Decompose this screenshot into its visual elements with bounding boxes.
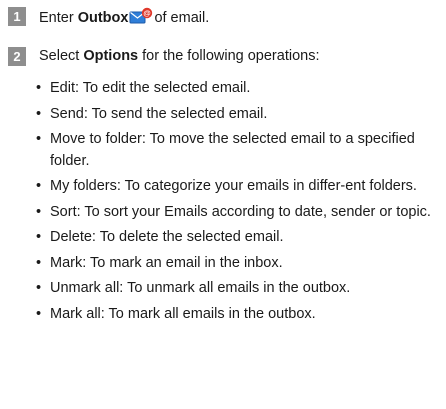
list-item-text: Send: To send the selected email. xyxy=(50,105,268,122)
operations-list: • Edit: To edit the selected email. • Send… xyxy=(36,78,440,329)
step-1-text-before: Enter xyxy=(39,10,78,26)
list-item-text: Edit: To edit the selected email. xyxy=(50,80,251,96)
step-number-badge: 2 xyxy=(8,47,26,66)
list-item-text: Delete: To delete the selected email. xyxy=(50,229,284,245)
bullet-dot: • xyxy=(36,178,42,194)
step-number-badge: 1 xyxy=(8,7,26,26)
list-item-send: • Send: To send the selected email. xyxy=(36,104,440,126)
step-1-text-after: of email. xyxy=(154,10,210,26)
list-item-move-to-folder: • Move to folder: To move the selected em… xyxy=(36,129,440,172)
list-item-text: Mark all: To mark all emails in the outb… xyxy=(50,305,316,322)
list-item-text: Move to folder: To move the selected ema… xyxy=(50,131,415,169)
list-item-text: Sort: To sort your Emails according to d… xyxy=(50,203,431,220)
step-1-text: Enter Outbox @ of email. xyxy=(39,7,209,28)
bullet-dot: • xyxy=(36,80,42,96)
step-2-text: Select Options for the following operati… xyxy=(39,47,319,66)
bullet-dot: • xyxy=(36,131,42,147)
bullet-dot: • xyxy=(36,280,42,296)
bullet-dot: • xyxy=(36,254,42,271)
list-item-delete: • Delete: To delete the selected email. xyxy=(36,227,440,249)
list-item-text: Unmark all: To unmark all emails in the … xyxy=(50,280,351,296)
options-label: Options xyxy=(83,48,139,64)
bullet-dot: • xyxy=(36,305,42,322)
bullet-dot: • xyxy=(36,229,42,245)
list-item-mark-all: • Mark all: To mark all emails in the out… xyxy=(36,304,440,326)
step-2-text-after: for the following operations: xyxy=(138,48,320,64)
step-2-text-before: Select xyxy=(39,48,84,64)
outbox-envelope-icon: @ xyxy=(129,7,153,25)
list-item-sort: • Sort: To sort your Emails according to … xyxy=(36,202,440,224)
list-item-edit: • Edit: To edit the selected email. xyxy=(36,78,440,100)
step-2: 2 Select Options for the following opera… xyxy=(8,47,319,66)
outbox-label: Outbox xyxy=(77,10,129,26)
list-item-mark: • Mark: To mark an email in the inbox. xyxy=(36,253,440,275)
bullet-dot: • xyxy=(36,203,42,220)
list-item-text: My folders: To categorize your emails in… xyxy=(50,178,417,194)
list-item-text: Mark: To mark an email in the inbox. xyxy=(50,254,283,271)
svg-text:@: @ xyxy=(144,9,151,18)
list-item-my-folders: • My folders: To categorize your emails i… xyxy=(36,176,440,198)
list-item-unmark-all: • Unmark all: To unmark all emails in the… xyxy=(36,278,440,300)
step-1: 1 Enter Outbox @ of email. xyxy=(8,7,209,28)
bullet-dot: • xyxy=(36,105,42,122)
